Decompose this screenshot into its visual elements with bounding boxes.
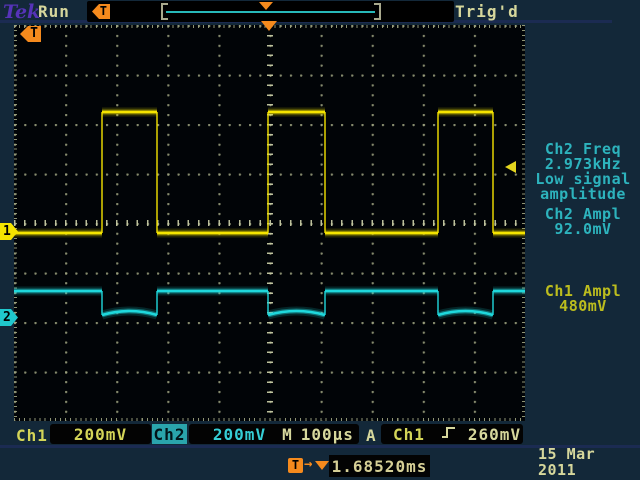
- record-window-right-bracket-icon: [374, 3, 381, 20]
- ch1-label: Ch1: [16, 426, 48, 445]
- trigger-readout: Ch1 260mV: [381, 424, 523, 444]
- measurement-ch2-freq: Ch2 Freq 2.973kHz Low signal amplitude: [527, 142, 639, 202]
- trigger-arrow-icon: →: [304, 456, 312, 472]
- datetime-readout: 15 Mar 2011 16:50:20: [538, 446, 640, 480]
- trigger-level-arrow-icon: [505, 161, 516, 173]
- measurement-value: 480mV: [527, 299, 639, 314]
- ch1-scale-readout: 200mV: [50, 424, 151, 444]
- record-line: [166, 11, 375, 13]
- date-label: 15 Mar 2011: [538, 446, 640, 478]
- rising-edge-icon: [441, 425, 456, 444]
- trigger-status-label: Trig'd: [455, 2, 519, 21]
- graticule: [14, 25, 525, 421]
- trigger-type-label: A: [366, 426, 377, 445]
- oscilloscope-screen: Tek Run Trig'd T T 1 2 Ch2 Freq 2.973kHz…: [0, 0, 640, 480]
- trigger-position-readout: 1.68520ms: [329, 455, 430, 477]
- measurement-ch2-ampl: Ch2 Ampl 92.0mV: [527, 207, 639, 237]
- record-trigger-t-icon: T: [92, 4, 110, 19]
- measurement-warning: amplitude: [527, 187, 639, 202]
- waveforms-svg: [14, 25, 525, 421]
- record-trigger-position-icon: [259, 2, 273, 10]
- trigger-triangle-icon: [315, 461, 329, 470]
- tek-logo: Tek: [3, 1, 40, 23]
- ch2-selected-label: Ch2: [152, 424, 187, 444]
- trigger-position-triangle-icon: [261, 21, 277, 31]
- measurement-ch1-ampl: Ch1 Ampl 480mV: [527, 284, 639, 314]
- measurement-value: 92.0mV: [527, 222, 639, 237]
- trigger-level-value: 260mV: [468, 425, 521, 444]
- trigger-t-icon: T: [288, 458, 303, 473]
- record-window-left-bracket-icon: [161, 3, 168, 20]
- record-view-bar: T: [87, 1, 454, 22]
- ch2-scale-readout: 200mV: [189, 424, 290, 444]
- timebase-label: M: [282, 425, 293, 444]
- timebase-value: 100µs: [301, 425, 354, 444]
- acquisition-state-label: Run: [38, 2, 70, 21]
- trigger-source: Ch1: [393, 425, 425, 444]
- timebase-readout: M 100µs: [277, 424, 359, 444]
